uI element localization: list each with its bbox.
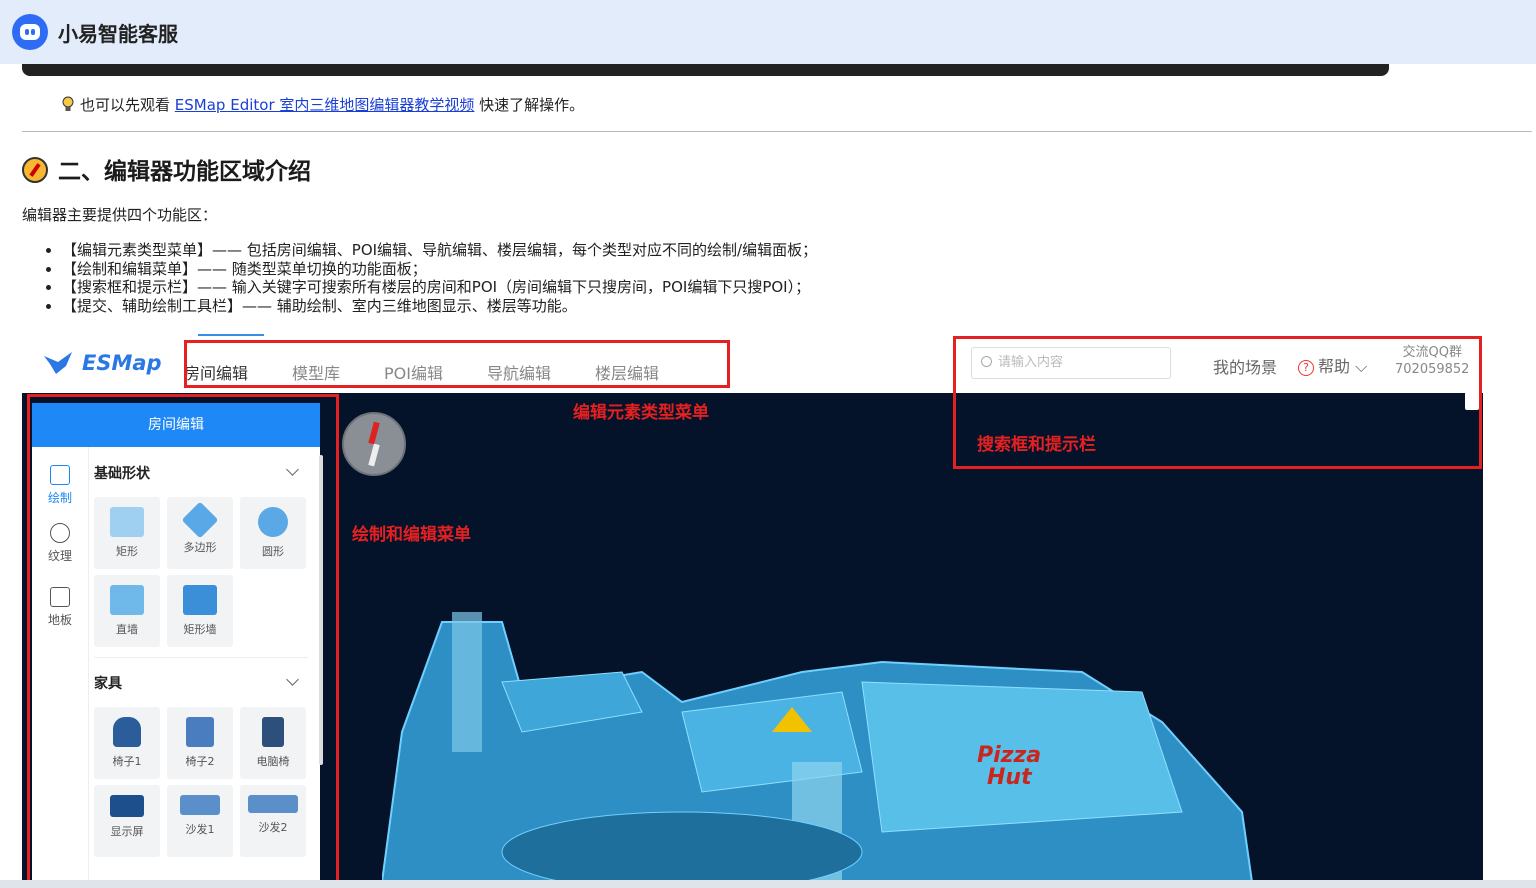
annotation-box-panel	[27, 394, 339, 880]
article-body: 也可以先观看 ESMap Editor 室内三维地图编辑器教学视频 快速了解操作…	[0, 64, 1536, 880]
divider	[22, 131, 1532, 132]
chatbot-logo-icon	[12, 14, 48, 50]
annotation-label-panel: 绘制和编辑菜单	[352, 525, 471, 545]
annotation-label-menu: 编辑元素类型菜单	[573, 403, 709, 423]
intro-text: 编辑器主要提供四个功能区：	[22, 206, 218, 224]
editor-screenshot: ESMap 房间编辑 模型库 POI编辑 导航编辑 楼层编辑 请输入内容 我的场…	[22, 332, 1483, 880]
annotation-label-search: 搜索框和提示栏	[977, 435, 1096, 455]
app-header: 小易智能客服	[0, 0, 1536, 64]
compass-icon	[22, 157, 48, 183]
active-tab-underline	[198, 334, 264, 336]
3d-map-render: Pizza Hut	[382, 612, 1253, 880]
list-item: 【绘制和编辑菜单】—— 随类型菜单切换的功能面板；	[62, 260, 817, 279]
page-bottom-bar	[0, 880, 1536, 888]
lightbulb-icon	[62, 96, 74, 111]
annotation-box-menu	[184, 340, 730, 388]
svg-text:Hut: Hut	[987, 765, 1033, 790]
list-item: 【搜索框和提示栏】—— 输入关键字可搜索所有楼层的房间和POI（房间编辑下只搜房…	[62, 278, 817, 297]
section-heading: 二、编辑器功能区域介绍	[22, 152, 311, 186]
tutorial-video-link[interactable]: ESMap Editor 室内三维地图编辑器教学视频	[175, 96, 475, 114]
app-title: 小易智能客服	[58, 22, 178, 46]
esmap-logo: ESMap	[42, 350, 162, 376]
map-compass-icon[interactable]	[342, 412, 406, 476]
section-heading-text: 二、编辑器功能区域介绍	[58, 159, 311, 185]
tip-prefix: 也可以先观看	[80, 96, 171, 114]
feature-list: 【编辑元素类型菜单】—— 包括房间编辑、POI编辑、导航编辑、楼层编辑，每个类型…	[40, 241, 817, 315]
tip-suffix: 快速了解操作。	[479, 96, 585, 114]
list-item: 【提交、辅助绘制工具栏】—— 辅助绘制、室内三维地图显示、楼层等功能。	[62, 297, 817, 316]
esmap-bird-icon	[44, 352, 72, 374]
list-item: 【编辑元素类型菜单】—— 包括房间编辑、POI编辑、导航编辑、楼层编辑，每个类型…	[62, 241, 817, 260]
tip-line: 也可以先观看 ESMap Editor 室内三维地图编辑器教学视频 快速了解操作…	[62, 94, 584, 115]
video-player-bottom	[22, 64, 1389, 76]
